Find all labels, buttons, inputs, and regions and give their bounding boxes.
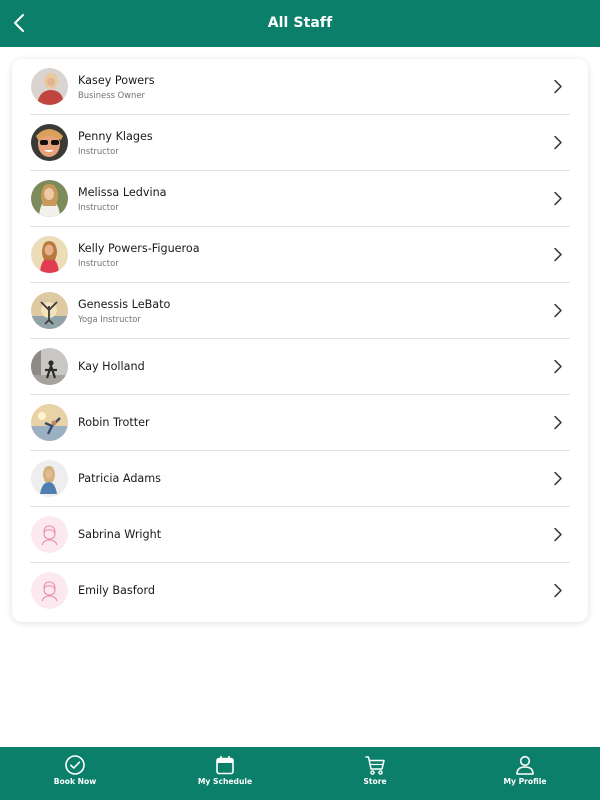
staff-role: Instructor (78, 146, 119, 156)
calendar-icon (216, 755, 234, 775)
tab-label: My Profile (503, 777, 547, 786)
staff-role: Yoga Instructor (78, 314, 141, 324)
page-title: All Staff (267, 15, 333, 31)
chevron-right-icon (554, 79, 562, 94)
staff-name: Patricia Adams (78, 472, 162, 485)
chevron-right-icon (554, 247, 562, 262)
tab-my-schedule[interactable]: My Schedule (150, 747, 300, 800)
tab-my-profile[interactable]: My Profile (450, 747, 600, 800)
staff-row-patricia-adams[interactable]: Patricia Adams (30, 451, 570, 507)
tab-label: Store (363, 777, 387, 786)
chevron-right-icon (554, 359, 562, 374)
avatar (31, 572, 68, 609)
staff-role: Instructor (78, 258, 119, 268)
staff-name: Kay Holland (78, 360, 145, 373)
staff-name: Melissa Ledvina (78, 186, 167, 199)
placeholder-person-icon (31, 572, 68, 609)
staff-list: Kasey Powers Business Owner Penny Klages… (12, 59, 588, 622)
staff-name: Kasey Powers (78, 74, 155, 87)
avatar (31, 348, 68, 385)
chevron-right-icon (554, 583, 562, 598)
tab-label: My Schedule (197, 777, 253, 786)
avatar (31, 460, 68, 497)
staff-row-penny-klages[interactable]: Penny Klages Instructor (30, 115, 570, 171)
staff-row-emily-basford[interactable]: Emily Basford (30, 563, 570, 619)
staff-row-robin-trotter[interactable]: Robin Trotter (30, 395, 570, 451)
staff-name: Emily Basford (78, 584, 156, 597)
staff-name: Sabrina Wright (78, 528, 162, 541)
chevron-right-icon (554, 135, 562, 150)
staff-role: Business Owner (78, 90, 145, 100)
avatar (31, 404, 68, 441)
avatar (31, 180, 68, 217)
avatar (31, 124, 68, 161)
staff-name: Genessis LeBato (78, 298, 171, 311)
staff-row-melissa-ledvina[interactable]: Melissa Ledvina Instructor (30, 171, 570, 227)
tab-store[interactable]: Store (300, 747, 450, 800)
staff-row-genessis-lebato[interactable]: Genessis LeBato Yoga Instructor (30, 283, 570, 339)
chevron-right-icon (554, 471, 562, 486)
avatar (31, 68, 68, 105)
tab-book-now[interactable]: Book Now (0, 747, 150, 800)
staff-role: Instructor (78, 202, 119, 212)
person-icon (516, 755, 534, 775)
staff-row-kay-holland[interactable]: Kay Holland (30, 339, 570, 395)
staff-name: Penny Klages (78, 130, 153, 143)
avatar (31, 236, 68, 273)
placeholder-person-icon (31, 516, 68, 553)
avatar (31, 292, 68, 329)
chevron-right-icon (554, 191, 562, 206)
staff-name: Kelly Powers-Figueroa (78, 242, 200, 255)
staff-name: Robin Trotter (78, 416, 150, 429)
cart-icon (365, 756, 385, 775)
app-header: All Staff (0, 0, 600, 47)
avatar (31, 516, 68, 553)
tab-label: Book Now (53, 777, 97, 786)
staff-row-kelly-powers-figueroa[interactable]: Kelly Powers-Figueroa Instructor (30, 227, 570, 283)
chevron-right-icon (554, 527, 562, 542)
check-circle-icon (65, 755, 85, 775)
chevron-right-icon (554, 415, 562, 430)
staff-row-sabrina-wright[interactable]: Sabrina Wright (30, 507, 570, 563)
chevron-right-icon (554, 303, 562, 318)
bottom-nav: Book Now My Schedule Store My Profile (0, 747, 600, 800)
staff-row-kasey-powers[interactable]: Kasey Powers Business Owner (30, 59, 570, 115)
